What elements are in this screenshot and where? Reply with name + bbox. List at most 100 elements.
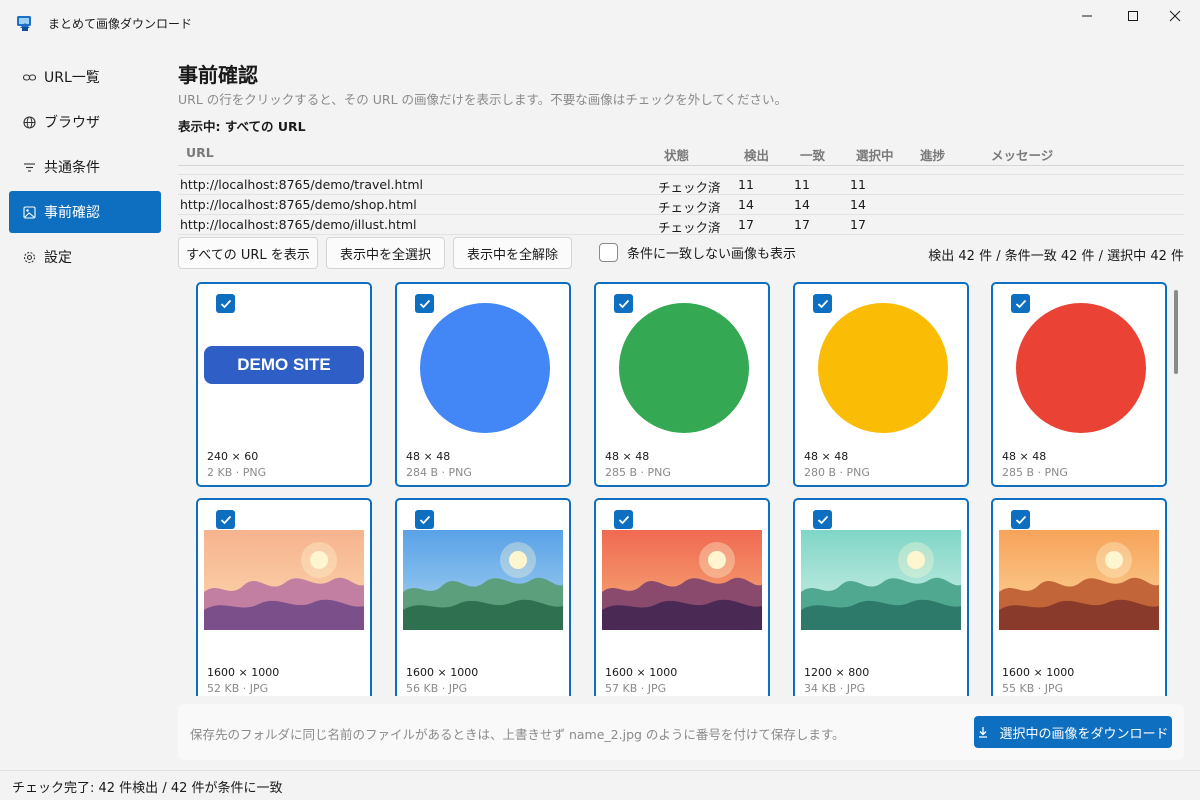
image-meta: 284 B · PNG <box>406 466 472 479</box>
image-meta: 57 KB · JPG <box>605 682 667 695</box>
header-message: メッセージ <box>991 148 1054 163</box>
image-icon <box>22 205 36 219</box>
deselect-all-button[interactable]: 表示中を全解除 <box>453 237 572 269</box>
sidebar-item-common-conditions[interactable]: 共通条件 <box>9 146 161 188</box>
gear-icon <box>22 250 36 264</box>
image-card[interactable]: 48 × 48 285 B · PNG <box>991 282 1167 487</box>
table-row[interactable]: http://localhost:8765/demo/illust.html チ… <box>178 215 1184 235</box>
landscape-image <box>999 530 1159 630</box>
show-all-urls-button[interactable]: すべての URL を表示 <box>178 237 318 269</box>
image-meta: 52 KB · JPG <box>207 682 269 695</box>
table-row[interactable]: http://localhost:8765/demo/travel.html チ… <box>178 175 1184 195</box>
maximize-icon <box>1128 11 1138 21</box>
page-description: URL の行をクリックすると、その URL の画像だけを表示します。不要な画像は… <box>178 92 788 107</box>
sidebar-item-label: 共通条件 <box>44 160 100 176</box>
image-meta: 34 KB · JPG <box>804 682 866 695</box>
image-dimensions: 1600 × 1000 <box>605 666 678 679</box>
checkbox-box[interactable] <box>599 243 618 262</box>
url-table: URL 状態 検出 一致 選択中 進捗 メッセージ http://localho… <box>178 142 1184 235</box>
count-summary: 検出 42 件 / 条件一致 42 件 / 選択中 42 件 <box>928 249 1184 264</box>
title-bar: まとめて画像ダウンロード <box>0 0 1200 44</box>
image-card[interactable]: 1600 × 1000 52 KB · JPG <box>196 498 372 696</box>
landscape-image <box>602 530 762 630</box>
image-dimensions: 1600 × 1000 <box>207 666 280 679</box>
app-icon <box>16 14 34 32</box>
sidebar-item-browser[interactable]: ブラウザ <box>9 101 161 143</box>
header-progress: 進捗 <box>920 148 946 163</box>
select-checkbox[interactable] <box>1011 510 1030 529</box>
link-icon <box>22 70 36 84</box>
image-dimensions: 1600 × 1000 <box>1002 666 1075 679</box>
circle-image <box>1016 303 1146 433</box>
select-all-button[interactable]: 表示中を全選択 <box>326 237 445 269</box>
image-card[interactable]: 1200 × 800 34 KB · JPG <box>793 498 969 696</box>
status-bar: チェック完了: 42 件検出 / 42 件が条件に一致 <box>0 770 1200 800</box>
select-checkbox[interactable] <box>813 510 832 529</box>
header-matched: 一致 <box>800 148 826 163</box>
checkmark-icon <box>1015 515 1026 524</box>
image-card[interactable]: 1600 × 1000 57 KB · JPG <box>594 498 770 696</box>
banner-text: DEMO SITE <box>204 346 364 384</box>
header-selected: 選択中 <box>856 148 894 163</box>
sidebar-item-label: ブラウザ <box>44 115 100 131</box>
show-unmatched-label: 条件に一致しない画像も表示 <box>627 247 797 262</box>
url-table-header: URL 状態 検出 一致 選択中 進捗 メッセージ <box>178 142 1184 166</box>
image-meta: 56 KB · JPG <box>406 682 468 695</box>
image-thumbnail <box>1015 302 1147 438</box>
image-dimensions: 48 × 48 <box>804 450 849 463</box>
image-dimensions: 48 × 48 <box>406 450 451 463</box>
sidebar-item-label: 設定 <box>44 250 72 266</box>
image-dimensions: 1200 × 800 <box>804 666 870 679</box>
image-card[interactable]: 48 × 48 284 B · PNG <box>395 282 571 487</box>
table-row[interactable]: http://localhost:8765/demo/shop.html チェッ… <box>178 195 1184 215</box>
image-card[interactable]: 1600 × 1000 55 KB · JPG <box>991 498 1167 696</box>
sidebar-item-label: URL一覧 <box>44 70 100 86</box>
image-card[interactable]: 48 × 48 280 B · PNG <box>793 282 969 487</box>
image-meta: 280 B · PNG <box>804 466 870 479</box>
showing-label: 表示中: すべての URL <box>178 119 306 134</box>
select-checkbox[interactable] <box>415 510 434 529</box>
image-thumbnail <box>801 530 961 634</box>
select-checkbox[interactable] <box>216 294 235 313</box>
select-checkbox[interactable] <box>614 510 633 529</box>
image-thumbnail <box>204 530 364 634</box>
header-status: 状態 <box>664 148 690 163</box>
image-dimensions: 48 × 48 <box>1002 450 1047 463</box>
checkmark-icon <box>220 299 231 308</box>
close-button[interactable] <box>1152 0 1198 32</box>
header-url: URL <box>186 145 214 160</box>
circle-image <box>420 303 550 433</box>
minimize-icon <box>1082 15 1092 17</box>
globe-icon <box>22 115 36 129</box>
show-unmatched-checkbox[interactable]: 条件に一致しない画像も表示 <box>599 243 796 262</box>
select-checkbox[interactable] <box>216 510 235 529</box>
image-dimensions: 1600 × 1000 <box>406 666 479 679</box>
circle-image <box>818 303 948 433</box>
image-grid: DEMO SITE 240 × 60 2 KB · PNG 48 × 48 284 B … <box>196 282 1176 696</box>
minimize-button[interactable] <box>1064 0 1110 32</box>
image-thumbnail <box>403 530 563 634</box>
window-title: まとめて画像ダウンロード <box>48 17 193 31</box>
download-selected-button[interactable]: 選択中の画像をダウンロード <box>974 716 1172 748</box>
sidebar-item-preview[interactable]: 事前確認 <box>9 191 161 233</box>
image-thumbnail <box>419 302 551 438</box>
sidebar-item-settings[interactable]: 設定 <box>9 236 161 278</box>
close-icon <box>1169 10 1181 22</box>
image-thumbnail <box>999 530 1159 634</box>
image-card[interactable]: 1600 × 1000 56 KB · JPG <box>395 498 571 696</box>
grid-scrollbar[interactable] <box>1174 290 1178 374</box>
header-detected: 検出 <box>744 148 770 163</box>
image-dimensions: 240 × 60 <box>207 450 259 463</box>
checkmark-icon <box>618 515 629 524</box>
image-thumbnail <box>817 302 949 438</box>
checkmark-icon <box>220 515 231 524</box>
sidebar-item-url-list[interactable]: URL一覧 <box>9 56 161 98</box>
image-thumbnail <box>602 530 762 634</box>
download-label: 選択中の画像をダウンロード <box>999 726 1169 742</box>
maximize-button[interactable] <box>1110 0 1156 32</box>
image-card[interactable]: 48 × 48 285 B · PNG <box>594 282 770 487</box>
filter-icon <box>22 160 36 174</box>
image-card[interactable]: DEMO SITE 240 × 60 2 KB · PNG <box>196 282 372 487</box>
sidebar: URL一覧 ブラウザ 共通条件 事前確認 設定 <box>0 56 170 281</box>
landscape-image <box>403 530 563 630</box>
